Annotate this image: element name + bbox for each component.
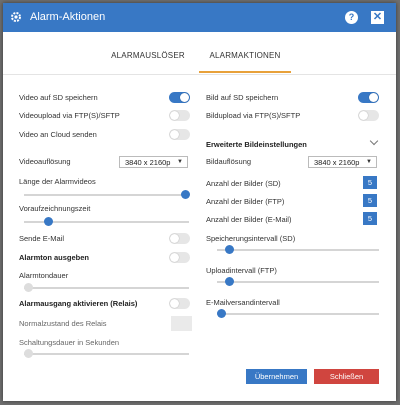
slider-thumb[interactable]: [225, 245, 234, 254]
tab-alarm-triggers[interactable]: ALARMAUSLÖSER: [105, 51, 191, 73]
relay-normal-label: Normalzustand des Relais: [19, 319, 107, 328]
chevron-down-icon: ▼: [177, 159, 183, 165]
video-resolution-value: 3840 x 2160p: [125, 158, 171, 167]
count-ftp-input[interactable]: 5: [363, 194, 377, 207]
alarm-tone-toggle[interactable]: [169, 252, 190, 263]
video-resolution-label: Videoauflösung: [19, 157, 71, 166]
alarm-actions-dialog: Alarm-Aktionen ? ✕ ALARMAUSLÖSER ALARMAK…: [3, 3, 396, 401]
alarm-tone-label: Alarmton ausgeben: [19, 253, 90, 262]
video-sd-toggle[interactable]: [169, 92, 190, 103]
relay-toggle[interactable]: [169, 298, 190, 309]
relay-normal-select[interactable]: [171, 316, 192, 331]
email-interval-label: E-Mailversandintervall: [206, 298, 280, 307]
video-sd-label: Video auf SD speichern: [19, 93, 98, 102]
apply-button[interactable]: Übernehmen: [246, 369, 307, 384]
relay-duration-slider[interactable]: [24, 349, 189, 358]
advanced-image-settings-title[interactable]: Erweiterte Bildeinstellungen: [206, 140, 307, 149]
gear-icon: [11, 12, 21, 22]
title-bar: Alarm-Aktionen ? ✕: [3, 3, 396, 32]
count-sd-input[interactable]: 5: [363, 176, 377, 189]
count-email-label: Anzahl der Bilder (E-Mail): [206, 215, 292, 224]
image-resolution-label: Bildauflösung: [206, 157, 252, 166]
image-ftp-label: Bildupload via FTP(S)/SFTP: [206, 111, 301, 120]
chevron-down-icon: ▼: [366, 159, 372, 165]
image-ftp-toggle[interactable]: [358, 110, 379, 121]
close-button[interactable]: Schließen: [314, 369, 379, 384]
tab-divider: [3, 74, 396, 75]
storage-interval-slider[interactable]: [217, 245, 379, 254]
tab-alarm-actions[interactable]: ALARMAKTIONEN: [199, 51, 291, 73]
help-icon[interactable]: ?: [345, 11, 358, 24]
slider-thumb[interactable]: [44, 217, 53, 226]
pre-record-slider[interactable]: [24, 217, 189, 226]
send-email-toggle[interactable]: [169, 233, 190, 244]
send-email-label: Sende E-Mail: [19, 234, 65, 243]
dialog-title: Alarm-Aktionen: [30, 11, 106, 23]
image-sd-toggle[interactable]: [358, 92, 379, 103]
close-icon[interactable]: ✕: [371, 11, 384, 24]
alarm-video-length-label: Länge der Alarmvideos: [19, 177, 96, 186]
image-resolution-select[interactable]: 3840 x 2160p ▼: [308, 156, 377, 168]
alarm-video-length-slider[interactable]: [24, 190, 190, 199]
slider-thumb[interactable]: [217, 309, 226, 318]
upload-interval-label: Uploadintervall (FTP): [206, 266, 277, 275]
image-resolution-value: 3840 x 2160p: [314, 158, 360, 167]
alarm-tone-duration-label: Alarmtondauer: [19, 271, 69, 280]
video-cloud-toggle[interactable]: [169, 129, 190, 140]
relay-duration-label: Schaltungsdauer in Sekunden: [19, 338, 120, 347]
count-sd-label: Anzahl der Bilder (SD): [206, 179, 281, 188]
upload-interval-slider[interactable]: [217, 277, 379, 286]
video-cloud-label: Video an Cloud senden: [19, 130, 97, 139]
alarm-tone-duration-slider[interactable]: [24, 283, 189, 292]
video-ftp-toggle[interactable]: [169, 110, 190, 121]
slider-thumb[interactable]: [181, 190, 190, 199]
storage-interval-label: Speicherungsintervall (SD): [206, 234, 296, 243]
image-sd-label: Bild auf SD speichern: [206, 93, 279, 102]
slider-thumb[interactable]: [24, 283, 33, 292]
video-resolution-select[interactable]: 3840 x 2160p ▼: [119, 156, 188, 168]
slider-thumb[interactable]: [24, 349, 33, 358]
chevron-down-icon[interactable]: [369, 136, 379, 146]
slider-thumb[interactable]: [225, 277, 234, 286]
pre-record-label: Voraufzeichnungszeit: [19, 204, 91, 213]
email-interval-slider[interactable]: [217, 309, 379, 318]
count-ftp-label: Anzahl der Bilder (FTP): [206, 197, 285, 206]
count-email-input[interactable]: 5: [363, 212, 377, 225]
relay-label: Alarmausgang aktivieren (Relais): [19, 299, 138, 308]
video-ftp-label: Videoupload via FTP(S)/SFTP: [19, 111, 120, 120]
